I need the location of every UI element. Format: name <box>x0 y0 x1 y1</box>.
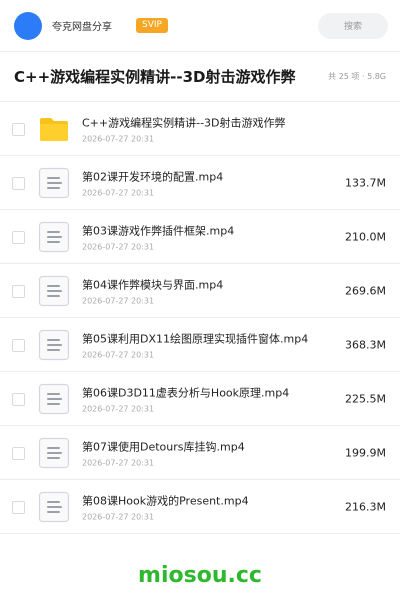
file-date: 2026-07-27 20:31 <box>82 404 155 413</box>
row-checkbox[interactable] <box>12 446 25 460</box>
watermark: miosou.cc <box>138 563 262 588</box>
file-info: 第07课使用Detours库挂钩.mp4 2026-07-27 20:31 <box>82 438 326 467</box>
file-name[interactable]: 第03课游戏作弊插件框架.mp4 <box>82 222 326 238</box>
file-row[interactable]: C++游戏编程实例精讲--3D射击游戏作弊 2026-07-27 20:31 <box>0 102 400 156</box>
file-name[interactable]: 第02课开发环境的配置.mp4 <box>82 168 326 184</box>
share-owner-label: 夸克网盘分享 <box>52 22 112 33</box>
folder-icon <box>38 113 70 145</box>
file-info: 第02课开发环境的配置.mp4 2026-07-27 20:31 <box>82 168 326 197</box>
document-icon <box>38 167 70 199</box>
file-info: 第06课D3D11虚表分析与Hook原理.mp4 2026-07-27 20:31 <box>82 384 326 413</box>
file-date: 2026-07-27 20:31 <box>82 512 155 521</box>
top-bar: 夸克网盘分享 SVIP 搜索 <box>0 0 400 52</box>
file-name[interactable]: C++游戏编程实例精讲--3D射击游戏作弊 <box>82 114 326 130</box>
file-info: 第03课游戏作弊插件框架.mp4 2026-07-27 20:31 <box>82 222 326 251</box>
file-row[interactable]: 第05课利用DX11绘图原理实现插件窗体.mp4 2026-07-27 20:31… <box>0 318 400 372</box>
file-size: 225.5M <box>345 392 386 405</box>
file-row[interactable]: 第03课游戏作弊插件框架.mp4 2026-07-27 20:31 210.0M <box>0 210 400 264</box>
file-name[interactable]: 第05课利用DX11绘图原理实现插件窗体.mp4 <box>82 330 326 346</box>
file-date: 2026-07-27 20:31 <box>82 350 155 359</box>
search-input[interactable]: 搜索 <box>318 12 388 39</box>
row-checkbox[interactable] <box>12 284 25 298</box>
file-date: 2026-07-27 20:31 <box>82 458 155 467</box>
file-size: 133.7M <box>345 176 386 189</box>
file-name[interactable]: 第04课作弊模块与界面.mp4 <box>82 276 326 292</box>
file-date: 2026-07-27 20:31 <box>82 134 155 143</box>
document-icon <box>38 437 70 469</box>
file-name[interactable]: 第07课使用Detours库挂钩.mp4 <box>82 438 326 454</box>
file-info: 第04课作弊模块与界面.mp4 2026-07-27 20:31 <box>82 276 326 305</box>
file-date: 2026-07-27 20:31 <box>82 296 155 305</box>
file-row[interactable]: 第02课开发环境的配置.mp4 2026-07-27 20:31 133.7M <box>0 156 400 210</box>
file-size: 199.9M <box>345 446 386 459</box>
file-info: 第08课Hook游戏的Present.mp4 2026-07-27 20:31 <box>82 492 326 521</box>
file-row[interactable]: 第06课D3D11虚表分析与Hook原理.mp4 2026-07-27 20:31… <box>0 372 400 426</box>
svip-badge: SVIP <box>136 18 168 33</box>
file-name[interactable]: 第06课D3D11虚表分析与Hook原理.mp4 <box>82 384 326 400</box>
document-icon <box>38 275 70 307</box>
file-date: 2026-07-27 20:31 <box>82 188 155 197</box>
document-icon <box>38 221 70 253</box>
file-size: 216.3M <box>345 500 386 513</box>
file-info: C++游戏编程实例精讲--3D射击游戏作弊 2026-07-27 20:31 <box>82 114 326 143</box>
file-size: 210.0M <box>345 230 386 243</box>
document-icon <box>38 329 70 361</box>
file-row[interactable]: 第07课使用Detours库挂钩.mp4 2026-07-27 20:31 199.… <box>0 426 400 480</box>
file-row[interactable]: 第04课作弊模块与界面.mp4 2026-07-27 20:31 269.6M <box>0 264 400 318</box>
row-checkbox[interactable] <box>12 176 25 190</box>
row-checkbox[interactable] <box>12 500 25 514</box>
file-info: 第05课利用DX11绘图原理实现插件窗体.mp4 2026-07-27 20:31 <box>82 330 326 359</box>
document-icon <box>38 383 70 415</box>
file-list: C++游戏编程实例精讲--3D射击游戏作弊 2026-07-27 20:31 第02… <box>0 102 400 534</box>
file-name[interactable]: 第08课Hook游戏的Present.mp4 <box>82 492 326 508</box>
row-checkbox[interactable] <box>12 338 25 352</box>
search-placeholder: 搜索 <box>343 22 362 32</box>
avatar[interactable] <box>14 11 42 40</box>
item-summary: 共 25 项 · 5.8G <box>328 72 386 81</box>
row-checkbox[interactable] <box>12 392 25 406</box>
file-size: 269.6M <box>345 284 386 297</box>
document-icon <box>38 491 70 523</box>
file-size: 368.3M <box>345 338 386 351</box>
row-checkbox[interactable] <box>12 230 25 244</box>
folder-title-row: C++游戏编程实例精讲--3D射击游戏作弊 共 25 项 · 5.8G <box>0 52 400 102</box>
file-date: 2026-07-27 20:31 <box>82 242 155 251</box>
row-checkbox[interactable] <box>12 122 25 136</box>
page-title: C++游戏编程实例精讲--3D射击游戏作弊 <box>14 68 296 86</box>
file-row[interactable]: 第08课Hook游戏的Present.mp4 2026-07-27 20:31 21… <box>0 480 400 534</box>
